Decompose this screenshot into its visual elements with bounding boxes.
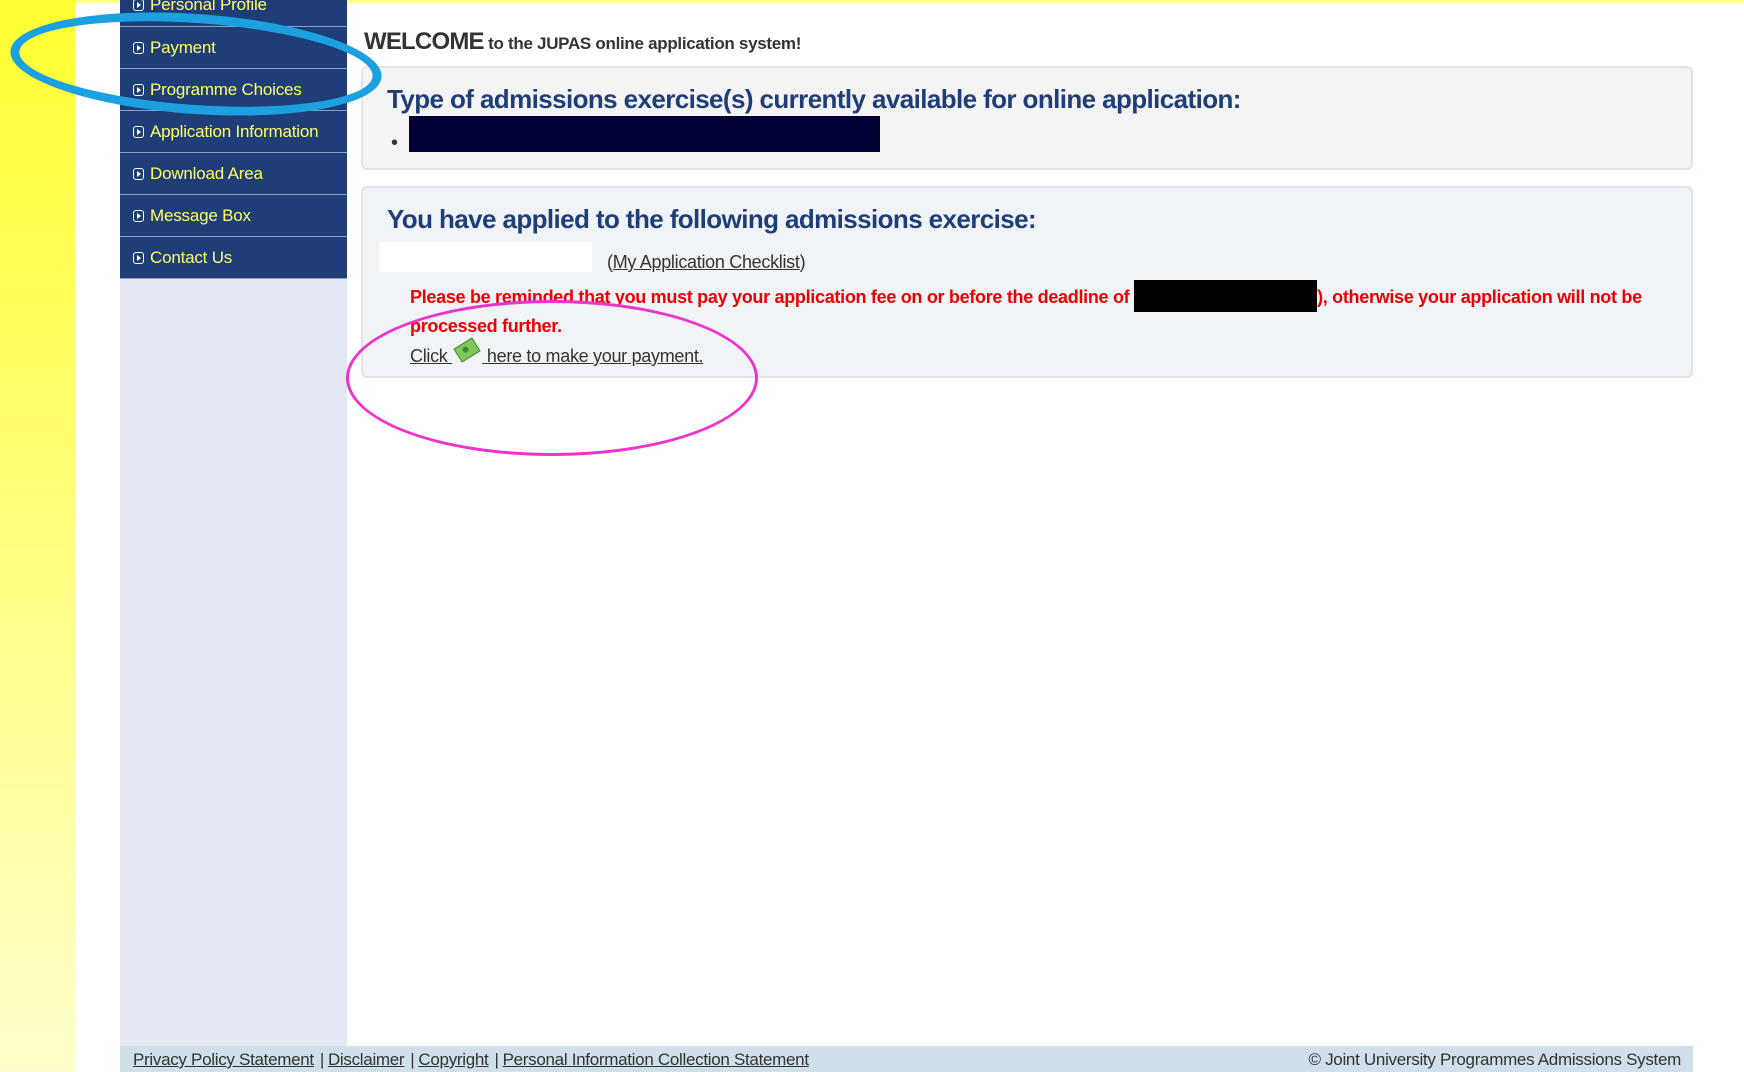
list-bullet: • (391, 132, 399, 154)
privacy-policy-link[interactable]: Privacy Policy Statement (133, 1050, 314, 1069)
copyright-link[interactable]: Copyright (418, 1050, 488, 1069)
page: Personal Profile Payment Programme Choic… (75, 0, 1744, 1072)
footer-copyright: © Joint University Programmes Admissions… (1308, 1050, 1681, 1069)
applied-exercise-heading: You have applied to the following admiss… (387, 204, 1037, 234)
sidebar-item-label: Application Information (150, 121, 319, 141)
redacted-deadline (1134, 280, 1318, 312)
annotation-circle-pink (346, 300, 758, 456)
sidebar-item-label: Download Area (150, 163, 263, 183)
nav-bullet-icon (133, 0, 144, 11)
sidebar-item-application-information[interactable]: Application Information (120, 111, 347, 153)
redacted-applied-exercise (379, 242, 592, 272)
footer-separator: | (410, 1050, 415, 1069)
available-exercises-panel: Type of admissions exercise(s) currently… (361, 66, 1693, 170)
footer: Privacy Policy Statement | Disclaimer | Copy… (120, 1046, 1693, 1072)
disclaimer-link[interactable]: Disclaimer (328, 1050, 405, 1069)
nav-bullet-icon (133, 167, 144, 180)
nav-bullet-icon (133, 209, 144, 222)
footer-separator: | (494, 1050, 499, 1069)
my-application-checklist-link[interactable]: My Application Checklist (613, 252, 800, 272)
checklist-link-wrap: (My Application Checklist) (607, 252, 806, 273)
sidebar-item-contact-us[interactable]: Contact Us (120, 237, 347, 279)
footer-links: Privacy Policy Statement | Disclaimer | Copy… (133, 1050, 809, 1070)
sidebar-item-label: Message Box (150, 205, 251, 225)
nav-bullet-icon (133, 125, 144, 138)
welcome-message: WELCOME to the JUPAS online application … (364, 28, 801, 56)
welcome-big: WELCOME (364, 28, 485, 55)
sidebar-item-message-box[interactable]: Message Box (120, 195, 347, 237)
redacted-exercise-name (409, 116, 880, 152)
footer-separator: | (319, 1050, 324, 1069)
sidebar: Personal Profile Payment Programme Choic… (120, 0, 347, 1046)
available-exercises-heading: Type of admissions exercise(s) currently… (387, 84, 1241, 114)
paren-close: ) (799, 252, 806, 272)
welcome-rest: to the JUPAS online application system! (483, 34, 802, 53)
sidebar-item-label: Contact Us (150, 247, 233, 267)
personal-information-collection-link[interactable]: Personal Information Collection Statemen… (503, 1050, 809, 1069)
sidebar-item-download-area[interactable]: Download Area (120, 153, 347, 195)
nav-bullet-icon (133, 251, 144, 264)
